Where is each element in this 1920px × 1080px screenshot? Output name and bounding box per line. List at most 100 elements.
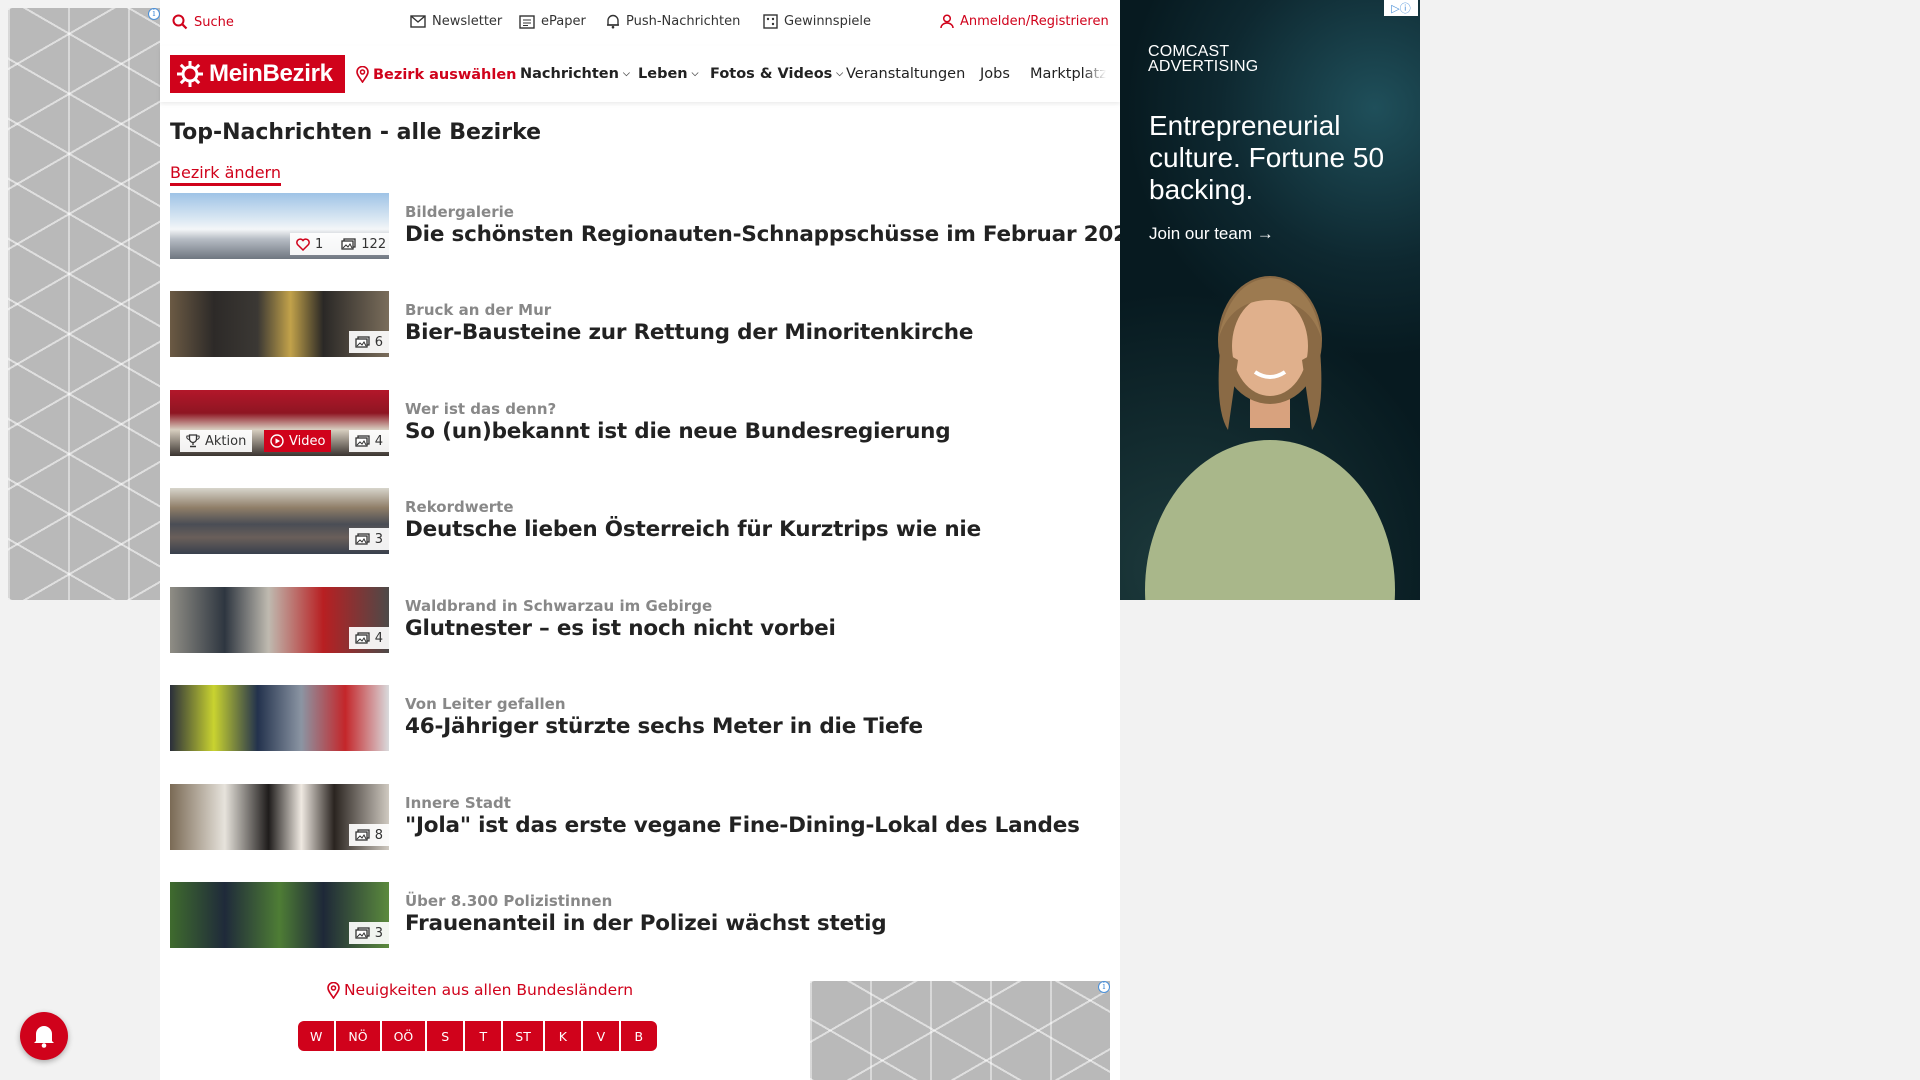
ad-info-icon[interactable]: i [148,8,160,20]
article-kicker: Wer ist das denn? [405,400,557,418]
article-headline[interactable]: Die schönsten Regionauten-Schnappschüsse… [405,222,1143,247]
bundesland-button-v[interactable]: V [582,1021,619,1051]
bundesland-button-noe[interactable]: NÖ [336,1021,380,1051]
newsletter-link[interactable]: Newsletter [410,14,502,29]
nav-leben[interactable]: Leben ⌵ [638,66,698,82]
article-headline[interactable]: 46-Jähriger stürzte sechs Meter in die T… [405,714,923,739]
article-headline[interactable]: So (un)bekannt ist die neue Bundesregier… [405,419,951,444]
search-link[interactable]: Suche [172,14,234,30]
nav-nachrichten-label: Nachrichten [520,66,619,82]
adchoices-icon[interactable]: ▷ⓘ [1384,0,1418,16]
epaper-link[interactable]: ePaper [519,14,586,29]
push-link[interactable]: Push-Nachrichten [606,14,740,29]
article-thumbnail[interactable]: 3 [170,882,389,948]
bundeslaender-link[interactable]: Neuigkeiten aus allen Bundesländern [320,981,640,999]
article-item[interactable]: 4 Waldbrand in Schwarzau im Gebirge Glut… [170,587,1110,653]
chevron-down-icon: ⌵ [622,69,630,79]
article-thumbnail[interactable]: 1 122 [170,193,389,259]
aktion-badge: Aktion [180,430,253,452]
login-link[interactable]: Anmelden/Registrieren [940,14,1109,29]
article-item[interactable]: Aktion Video 4 Wer ist das denn? So (un)… [170,390,1110,456]
chevron-down-icon: ⌵ [836,69,844,79]
bundesland-buttons: W NÖ OÖ S T ST K V B [298,1021,657,1051]
nav-nachrichten[interactable]: Nachrichten ⌵ [520,66,630,82]
nav-marktplatz[interactable]: Marktplatz [1030,66,1106,82]
image-icon [355,927,370,939]
article-item[interactable]: 1 122 Bildergalerie Die schönsten Region… [170,193,1143,259]
image-icon [355,435,370,447]
arrow-right-icon: → [1256,224,1274,243]
newsletter-label: Newsletter [432,14,503,29]
article-kicker: Bildergalerie [405,203,514,221]
main-navigation: MeinBezirk Bezirk auswählen Nachrichten … [160,46,1120,102]
push-label: Push-Nachrichten [626,14,741,29]
location-pin-icon [327,981,340,999]
nav-fotos-videos[interactable]: Fotos & Videos ⌵ [710,66,843,82]
bundesland-button-b[interactable]: B [620,1021,657,1051]
nav-jobs[interactable]: Jobs [980,66,1010,82]
bundesland-button-ooe[interactable]: OÖ [381,1021,426,1051]
bundesland-button-t[interactable]: T [465,1021,502,1051]
bezirk-select[interactable]: Bezirk auswählen [356,66,517,83]
article-thumbnail[interactable]: Aktion Video 4 [170,390,389,456]
nav-fotos-label: Fotos & Videos [710,66,833,82]
user-icon [940,14,954,29]
bundesland-button-st[interactable]: ST [503,1021,543,1051]
image-icon [355,829,370,841]
logo[interactable]: MeinBezirk [170,55,345,93]
utility-bar: Suche Newsletter ePaper Push-Nachrichten… [160,0,1120,46]
bundesland-button-k[interactable]: K [544,1021,581,1051]
left-ad-banner[interactable]: i [8,8,160,600]
ad-cta-label: Join our team [1149,224,1252,243]
image-icon [355,533,370,545]
gewinnspiele-link[interactable]: Gewinnspiele [763,14,871,29]
article-thumbnail[interactable]: 8 [170,784,389,850]
article-item[interactable]: 3 Über 8.300 Polizistinnen Frauenanteil … [170,882,1110,948]
bottom-ad-banner[interactable]: i [810,981,1110,1080]
gallery-badge: 6 [348,331,389,353]
logo-text: MeinBezirk [209,60,333,87]
ad-brand: COMCAST ADVERTISING [1148,43,1259,75]
article-item[interactable]: 8 Innere Stadt "Jola" ist das erste vega… [170,784,1110,850]
article-item[interactable]: Von Leiter gefallen 46-Jähriger stürzte … [170,685,1110,751]
article-item[interactable]: 6 Bruck an der Mur Bier-Bausteine zur Re… [170,291,1110,357]
search-label: Suche [194,14,234,30]
gallery-badge: 8 [348,824,389,846]
bundesland-button-w[interactable]: W [298,1021,335,1051]
image-count: 4 [374,433,383,449]
article-item[interactable]: 3 Rekordwerte Deutsche lieben Österreich… [170,488,1110,554]
video-badge: Video [264,430,332,452]
right-ad-banner[interactable]: ▷ⓘ COMCAST ADVERTISING Entrepreneurial c… [1120,0,1420,600]
ad-person-photo [1145,276,1395,600]
aktion-label: Aktion [205,433,247,449]
bundesland-button-s[interactable]: S [427,1021,464,1051]
chevron-down-icon: ⌵ [691,69,699,79]
trophy-icon [186,434,200,448]
article-thumbnail[interactable]: 3 [170,488,389,554]
article-headline[interactable]: Frauenanteil in der Polizei wächst steti… [405,911,887,936]
push-notification-button[interactable] [20,1012,68,1060]
article-kicker: Von Leiter gefallen [405,695,566,713]
image-icon [341,238,356,250]
change-bezirk-link[interactable]: Bezirk ändern [170,163,281,186]
ad-brand-line2: ADVERTISING [1148,58,1259,75]
article-headline[interactable]: Glutnester – es ist noch nicht vorbei [405,616,836,641]
article-headline[interactable]: Deutsche lieben Österreich für Kurztrips… [405,517,981,542]
article-headline[interactable]: "Jola" ist das erste vegane Fine-Dining-… [405,813,1080,838]
nav-jobs-label: Jobs [980,66,1010,82]
article-headline[interactable]: Bier-Bausteine zur Rettung der Minoriten… [405,320,974,345]
nav-veranstaltungen[interactable]: Veranstaltungen [846,66,965,82]
ad-info-icon[interactable]: i [1098,981,1110,993]
article-kicker: Über 8.300 Polizistinnen [405,892,613,910]
article-thumbnail[interactable]: 6 [170,291,389,357]
ad-tagline: Entrepreneurial culture. Fortune 50 back… [1149,110,1385,205]
ad-brand-line1: COMCAST [1148,43,1230,60]
gift-icon [763,14,778,29]
article-thumbnail[interactable] [170,685,389,751]
article-thumbnail[interactable]: 4 [170,587,389,653]
ad-cta[interactable]: Join our team → [1149,224,1274,244]
image-icon [355,632,370,644]
gallery-badge: 3 [348,922,389,944]
like-count: 1 [315,236,324,252]
gallery-badge: 3 [348,528,389,550]
